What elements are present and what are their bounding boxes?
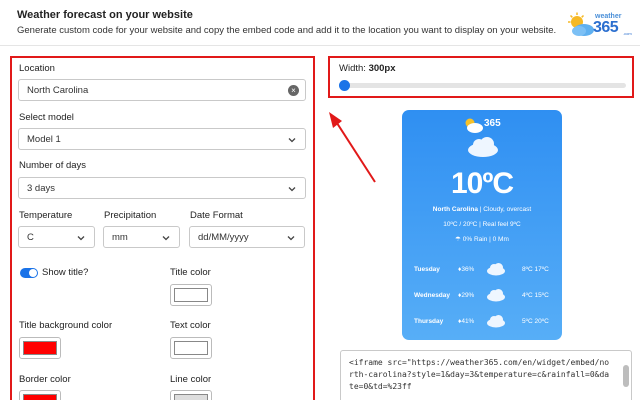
forecast-pct-value: 36% bbox=[461, 266, 475, 273]
title-color-swatch[interactable] bbox=[170, 284, 212, 306]
location-value: North Carolina bbox=[27, 85, 89, 96]
date-format-value: dd/MM/yyyy bbox=[198, 232, 249, 243]
location-label: Location bbox=[19, 63, 55, 74]
width-value: 300px bbox=[368, 63, 396, 74]
forecast-range: 5ºC 20ºC bbox=[522, 318, 549, 325]
days-select[interactable]: 3 days bbox=[18, 177, 306, 199]
text-color-swatch[interactable] bbox=[170, 337, 212, 359]
temperature-select[interactable]: C bbox=[18, 226, 95, 248]
chevron-down-icon bbox=[77, 236, 85, 241]
rain-icon: ☂ bbox=[455, 236, 463, 243]
width-slider-track[interactable] bbox=[341, 83, 626, 88]
arrow-annotation-icon bbox=[329, 112, 376, 183]
cloud-icon bbox=[487, 315, 505, 328]
forecast-row: Wednesday ♦29% 4ºC 15ºC bbox=[402, 286, 562, 306]
page-header: Weather forecast on your website Generat… bbox=[0, 0, 640, 46]
cloud-icon bbox=[487, 289, 505, 302]
border-color-swatch[interactable] bbox=[19, 390, 61, 400]
forecast-day: Wednesday bbox=[414, 292, 451, 299]
title-bg-fill bbox=[23, 341, 57, 355]
forecast-pct: ♦36% bbox=[458, 266, 474, 273]
temperature-label: Temperature bbox=[19, 210, 73, 221]
days-label: Number of days bbox=[19, 160, 87, 171]
logo-number: 365 bbox=[593, 19, 619, 36]
widget-condition: | Cloudy, overcast bbox=[477, 206, 532, 213]
chevron-down-icon bbox=[288, 138, 296, 143]
widget-logo-number: 365 bbox=[484, 118, 501, 129]
show-title-label: Show title? bbox=[42, 267, 89, 278]
cloud-icon bbox=[487, 263, 505, 276]
forecast-pct: ♦41% bbox=[458, 318, 474, 325]
days-value: 3 days bbox=[27, 183, 55, 194]
sun-cloud-icon bbox=[465, 118, 483, 133]
logo-suffix: .com bbox=[623, 31, 632, 36]
show-title-toggle[interactable] bbox=[20, 268, 38, 278]
forecast-pct-value: 29% bbox=[461, 292, 475, 299]
model-select[interactable]: Model 1 bbox=[18, 128, 306, 150]
temperature-value: C bbox=[27, 232, 34, 243]
weather-widget-preview: 365 10ºC North Carolina | Cloudy, overca… bbox=[402, 110, 562, 340]
chevron-down-icon bbox=[288, 187, 296, 192]
width-control: Width: 300px bbox=[328, 56, 634, 98]
title-color-fill bbox=[174, 288, 208, 302]
width-slider-thumb[interactable] bbox=[339, 80, 350, 91]
widget-location: North Carolina bbox=[432, 206, 478, 213]
weather365-logo[interactable]: weather 365 .com bbox=[566, 10, 634, 40]
cloud-icon bbox=[468, 137, 498, 157]
width-label-text: Width: bbox=[339, 63, 366, 74]
date-format-select[interactable]: dd/MM/yyyy bbox=[189, 226, 305, 248]
page-description: Generate custom code for your website an… bbox=[17, 25, 557, 36]
forecast-day: Thursday bbox=[414, 318, 444, 325]
chevron-down-icon bbox=[287, 236, 295, 241]
embed-code-textarea[interactable]: <iframe src="https://weather365.com/en/w… bbox=[340, 350, 632, 400]
width-label: Width: 300px bbox=[339, 63, 396, 74]
widget-rain-text: 0% Rain | 0 Mm bbox=[462, 236, 509, 243]
text-color-fill bbox=[174, 341, 208, 355]
embed-code-text: <iframe src="https://weather365.com/en/w… bbox=[349, 358, 610, 391]
widget-rain: ☂ 0% Rain | 0 Mm bbox=[402, 235, 562, 243]
title-bg-swatch[interactable] bbox=[19, 337, 61, 359]
precipitation-select[interactable]: mm bbox=[103, 226, 180, 248]
forecast-pct-value: 41% bbox=[461, 318, 475, 325]
code-scrollbar[interactable] bbox=[623, 365, 629, 387]
line-color-swatch[interactable] bbox=[170, 390, 212, 400]
forecast-day: Tuesday bbox=[414, 266, 440, 273]
model-value: Model 1 bbox=[27, 134, 61, 145]
widget-location-line: North Carolina | Cloudy, overcast bbox=[402, 206, 562, 213]
page-title: Weather forecast on your website bbox=[17, 9, 193, 21]
widget-temperature: 10ºC bbox=[451, 167, 514, 200]
forecast-row: Thursday ♦41% 5ºC 20ºC bbox=[402, 312, 562, 332]
line-color-fill bbox=[174, 394, 208, 400]
line-color-label: Line color bbox=[170, 374, 212, 385]
forecast-row: Tuesday ♦36% 8ºC 17ºC bbox=[402, 260, 562, 280]
location-input[interactable]: North Carolina × bbox=[18, 79, 306, 101]
clear-icon[interactable]: × bbox=[288, 85, 299, 96]
text-color-label: Text color bbox=[170, 320, 211, 331]
forecast-range: 8ºC 17ºC bbox=[522, 266, 549, 273]
date-format-label: Date Format bbox=[190, 210, 243, 221]
precipitation-label: Precipitation bbox=[104, 210, 157, 221]
sun-cloud-icon bbox=[568, 12, 594, 36]
title-bg-label: Title background color bbox=[19, 320, 113, 331]
title-color-label: Title color bbox=[170, 267, 211, 278]
widget-feel: 10ºC / 20ºC | Real feel 9ºC bbox=[443, 221, 521, 228]
widget-logo: 365 bbox=[462, 116, 506, 134]
model-label: Select model bbox=[19, 112, 74, 123]
settings-panel: Location North Carolina × Select model M… bbox=[10, 56, 315, 400]
forecast-pct: ♦29% bbox=[458, 292, 474, 299]
forecast-range: 4ºC 15ºC bbox=[522, 292, 549, 299]
precipitation-value: mm bbox=[112, 232, 128, 243]
border-color-label: Border color bbox=[19, 374, 71, 385]
border-color-fill bbox=[23, 394, 57, 400]
chevron-down-icon bbox=[162, 236, 170, 241]
